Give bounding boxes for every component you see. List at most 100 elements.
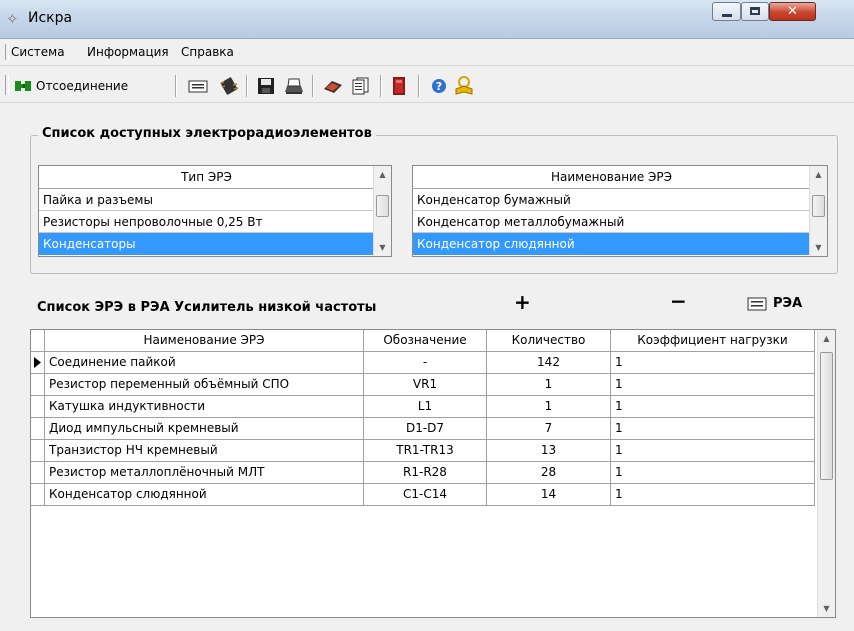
cell-load-factor[interactable]: 1 bbox=[611, 374, 815, 396]
scroll-down-icon[interactable]: ▼ bbox=[818, 600, 835, 617]
list-item[interactable]: Конденсатор металлобумажный bbox=[413, 211, 810, 233]
cell-designation[interactable]: - bbox=[364, 352, 487, 374]
column-header-load-factor[interactable]: Коэффициент нагрузки bbox=[611, 330, 815, 352]
cell-load-factor[interactable]: 1 bbox=[611, 418, 815, 440]
chip-icon bbox=[220, 77, 239, 95]
scroll-thumb[interactable] bbox=[820, 352, 833, 480]
exit-button[interactable] bbox=[392, 75, 406, 97]
element-name-scrollbar[interactable]: ▲ ▼ bbox=[809, 166, 827, 256]
cell-name[interactable]: Резистор переменный объёмный СПО bbox=[45, 374, 364, 396]
chip-button[interactable] bbox=[218, 75, 240, 97]
table-row[interactable]: Катушка индуктивности L1 1 1 bbox=[31, 396, 815, 418]
cell-name[interactable]: Катушка индуктивности bbox=[45, 396, 364, 418]
element-name-list[interactable]: Наименование ЭРЭ Конденсатор бумажный Ко… bbox=[412, 165, 828, 257]
cell-load-factor[interactable]: 1 bbox=[611, 440, 815, 462]
element-type-header[interactable]: Тип ЭРЭ bbox=[39, 166, 374, 189]
copy-button[interactable] bbox=[351, 75, 371, 97]
list-item[interactable]: Резисторы непроволочные 0,25 Вт bbox=[39, 211, 374, 233]
cell-quantity[interactable]: 14 bbox=[487, 484, 611, 506]
erase-button[interactable] bbox=[322, 75, 344, 97]
cell-name[interactable]: Диод импульсный кремневый bbox=[45, 418, 364, 440]
about-button[interactable] bbox=[454, 75, 474, 97]
element-name-header[interactable]: Наименование ЭРЭ bbox=[413, 166, 810, 189]
row-indicator[interactable] bbox=[31, 418, 45, 440]
menu-help[interactable]: Справка bbox=[181, 45, 234, 59]
table-row[interactable]: Соединение пайкой -142 1 bbox=[31, 352, 815, 374]
save-button[interactable] bbox=[257, 75, 275, 97]
disconnect-button[interactable]: Отсоединение bbox=[14, 75, 128, 97]
cell-load-factor[interactable]: 1 bbox=[611, 352, 815, 374]
row-indicator[interactable] bbox=[31, 440, 45, 462]
list-item[interactable]: Конденсатор бумажный bbox=[413, 189, 810, 211]
menu-information[interactable]: Информация bbox=[87, 45, 169, 59]
toolbar-separator bbox=[380, 75, 382, 97]
cell-designation[interactable]: C1-C14 bbox=[364, 484, 487, 506]
table-row[interactable]: Диод импульсный кремневый D1-D7 7 1 bbox=[31, 418, 815, 440]
help-button[interactable]: ? bbox=[431, 75, 447, 97]
cell-designation[interactable]: D1-D7 bbox=[364, 418, 487, 440]
cell-quantity[interactable]: 13 bbox=[487, 440, 611, 462]
minimize-button[interactable] bbox=[712, 2, 741, 21]
toolbar: Отсоединение ? bbox=[0, 66, 854, 103]
column-header-designation[interactable]: Обозначение bbox=[364, 330, 487, 352]
scroll-up-icon[interactable]: ▲ bbox=[810, 166, 827, 183]
print-button[interactable] bbox=[283, 75, 305, 97]
list-item[interactable]: Пайка и разъемы bbox=[39, 189, 374, 211]
scroll-up-icon[interactable]: ▲ bbox=[374, 166, 391, 183]
scroll-up-icon[interactable]: ▲ bbox=[818, 330, 835, 347]
row-indicator[interactable] bbox=[31, 352, 45, 374]
printer-icon bbox=[285, 78, 303, 94]
column-header-quantity[interactable]: Количество bbox=[487, 330, 611, 352]
row-indicator[interactable] bbox=[31, 484, 45, 506]
cell-name[interactable]: Конденсатор слюдянной bbox=[45, 484, 364, 506]
cell-load-factor[interactable]: 1 bbox=[611, 484, 815, 506]
row-indicator[interactable] bbox=[31, 374, 45, 396]
cell-designation[interactable]: L1 bbox=[364, 396, 487, 418]
cell-designation[interactable]: VR1 bbox=[364, 374, 487, 396]
table-row[interactable]: Резистор металлоплёночный МЛТ R1-R28 28 1 bbox=[31, 462, 815, 484]
cell-name[interactable]: Транзистор НЧ кремневый bbox=[45, 440, 364, 462]
window-list-button[interactable] bbox=[188, 75, 208, 97]
table-row[interactable]: Конденсатор слюдянной C1-C14 14 1 bbox=[31, 484, 815, 506]
close-button[interactable]: ✕ bbox=[769, 2, 816, 21]
row-indicator[interactable] bbox=[31, 462, 45, 484]
element-type-scrollbar[interactable]: ▲ ▼ bbox=[373, 166, 391, 256]
column-header-name[interactable]: Наименование ЭРЭ bbox=[45, 330, 364, 352]
eraser-icon bbox=[324, 81, 342, 93]
remove-element-button[interactable]: − bbox=[670, 289, 687, 313]
window-title: Искра bbox=[28, 10, 73, 26]
cell-designation[interactable]: R1-R28 bbox=[364, 462, 487, 484]
svg-text:?: ? bbox=[436, 80, 442, 93]
element-type-list[interactable]: Тип ЭРЭ Пайка и разъемы Резисторы непров… bbox=[38, 165, 392, 257]
copy-pages-icon bbox=[352, 77, 369, 95]
rea-elements-grid[interactable]: Наименование ЭРЭ Обозначение Количество … bbox=[30, 329, 836, 618]
row-indicator[interactable] bbox=[31, 396, 45, 418]
cell-load-factor[interactable]: 1 bbox=[611, 396, 815, 418]
cell-name[interactable]: Соединение пайкой bbox=[45, 352, 364, 374]
table-row[interactable]: Транзистор НЧ кремневый TR1-TR13 13 1 bbox=[31, 440, 815, 462]
maximize-button[interactable] bbox=[741, 2, 769, 21]
cell-quantity[interactable]: 1 bbox=[487, 374, 611, 396]
cell-designation[interactable]: TR1-TR13 bbox=[364, 440, 487, 462]
scroll-down-icon[interactable]: ▼ bbox=[374, 239, 391, 256]
cell-quantity[interactable]: 1 bbox=[487, 396, 611, 418]
menu-system[interactable]: Система bbox=[11, 45, 65, 59]
list-item-selected[interactable]: Конденсаторы bbox=[39, 233, 374, 255]
scroll-down-icon[interactable]: ▼ bbox=[810, 239, 827, 256]
disconnect-label: Отсоединение bbox=[36, 79, 129, 93]
menu-grip bbox=[5, 44, 9, 60]
cell-quantity[interactable]: 142 bbox=[487, 352, 611, 374]
add-element-button[interactable]: + bbox=[514, 290, 531, 314]
grid-scrollbar[interactable]: ▲ ▼ bbox=[817, 330, 835, 617]
cell-quantity[interactable]: 7 bbox=[487, 418, 611, 440]
grid-header-row: Наименование ЭРЭ Обозначение Количество … bbox=[31, 330, 815, 352]
scroll-thumb[interactable] bbox=[376, 195, 389, 217]
cell-name[interactable]: Резистор металлоплёночный МЛТ bbox=[45, 462, 364, 484]
available-elements-title: Список доступных электрорадиоэлементов bbox=[38, 126, 376, 141]
cell-load-factor[interactable]: 1 bbox=[611, 462, 815, 484]
cell-quantity[interactable]: 28 bbox=[487, 462, 611, 484]
list-item-selected[interactable]: Конденсатор слюдянной bbox=[413, 233, 810, 255]
table-row[interactable]: Резистор переменный объёмный СПО VR1 1 1 bbox=[31, 374, 815, 396]
scroll-thumb[interactable] bbox=[812, 195, 825, 217]
rea-button[interactable]: РЭА bbox=[747, 296, 802, 311]
